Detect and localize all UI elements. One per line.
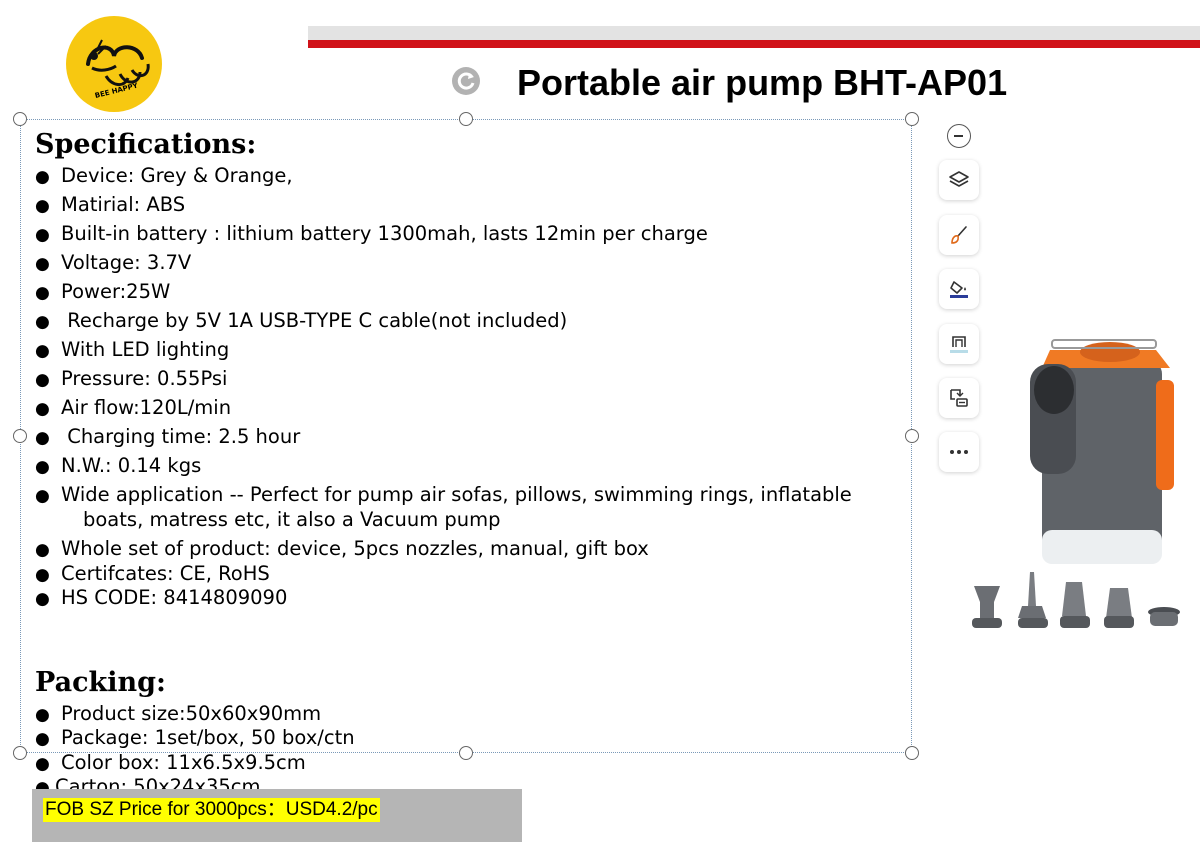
bullet: ● <box>35 564 50 585</box>
bullet: ● <box>35 589 50 609</box>
spec-text: Pressure: 0.55Psi <box>61 367 228 390</box>
spec-text: Built-in battery : lithium battery 1300m… <box>61 222 708 245</box>
packing-heading: Packing: <box>35 666 166 698</box>
resize-handle-top-right[interactable] <box>905 112 919 126</box>
pump-nozzle-port <box>1080 342 1140 362</box>
bullet: ● <box>35 486 50 506</box>
spec-text: HS CODE: 8414809090 <box>61 586 288 609</box>
bullet: ● <box>35 254 50 274</box>
layers-button[interactable] <box>939 160 979 200</box>
fill-icon <box>950 281 968 298</box>
resize-handle-bottom[interactable] <box>459 746 473 760</box>
spec-text: Recharge by 5V 1A USB-TYPE C cable(not i… <box>61 309 568 332</box>
spec-item: ● Pressure: 0.55Psi <box>35 367 895 396</box>
resize-handle-left[interactable] <box>13 429 27 443</box>
spec-item: ● Air flow:120L/min <box>35 396 895 425</box>
rotate-handle[interactable] <box>452 67 480 95</box>
bullet: ● <box>35 225 50 245</box>
fill-color-button[interactable] <box>939 269 979 309</box>
pump-base <box>1042 530 1162 564</box>
bullet: ● <box>35 341 50 361</box>
header-accent-line <box>308 40 1200 48</box>
spec-text: Device: Grey & Orange, <box>61 164 293 187</box>
product-image[interactable] <box>960 320 1200 650</box>
spec-item: ● Power:25W <box>35 280 895 309</box>
resize-handle-top-left[interactable] <box>13 112 27 126</box>
bullet: ● <box>35 729 50 749</box>
nozzle-set <box>972 572 1180 628</box>
bullet: ● <box>35 370 50 390</box>
spec-text: Voltage: 3.7V <box>61 251 192 274</box>
bullet: ● <box>35 428 50 448</box>
specifications-heading: Specifications: <box>35 129 257 160</box>
text-box[interactable]: Specifications: ● Device: Grey & Orange, … <box>35 126 895 800</box>
resize-handle-bottom-left[interactable] <box>13 746 27 760</box>
bullet: ● <box>35 283 50 303</box>
specifications-list: ● Device: Grey & Orange, ● Matirial: ABS ●… <box>35 164 895 611</box>
spec-item: ● Wide application -- Perfect for pump ai… <box>35 483 895 537</box>
spec-item: ● N.W.: 0.14 kgs <box>35 454 895 483</box>
header-band <box>308 26 1200 40</box>
packing-text: Color box: 11x6.5x9.5cm <box>61 750 306 774</box>
pump-intake <box>1034 366 1074 414</box>
bullet: ● <box>35 457 50 477</box>
spec-item: ● With LED lighting <box>35 338 895 367</box>
format-brush-button[interactable] <box>939 215 979 255</box>
resize-handle-bottom-right[interactable] <box>905 746 919 760</box>
bullet: ● <box>35 399 50 419</box>
spec-text: Wide application -- Perfect for pump air… <box>61 483 852 506</box>
rotate-icon <box>457 72 475 90</box>
collapse-toolbar-button[interactable] <box>947 124 971 148</box>
spec-text: Charging time: 2.5 hour <box>61 425 301 448</box>
spec-item: ● Device: Grey & Orange, <box>35 164 895 193</box>
spec-item: ● Built-in battery : lithium battery 1300… <box>35 222 895 251</box>
spec-text: Matirial: ABS <box>61 193 186 216</box>
spec-text: Air flow:120L/min <box>61 396 232 419</box>
bullet: ● <box>35 196 50 216</box>
spec-text: Whole set of product: device, 5pcs nozzl… <box>61 537 649 560</box>
bullet: ● <box>35 704 50 725</box>
spec-item: ● Charging time: 2.5 hour <box>35 425 895 454</box>
bee-icon <box>86 39 150 86</box>
resize-handle-top[interactable] <box>459 112 473 126</box>
pump-handle <box>1156 380 1174 490</box>
spec-item: ● Matirial: ABS <box>35 193 895 222</box>
spec-item: ● HS CODE: 8414809090 <box>35 586 895 611</box>
bullet: ● <box>35 540 50 560</box>
spec-text: N.W.: 0.14 kgs <box>61 454 202 477</box>
spec-text: With LED lighting <box>61 338 230 361</box>
brand-logo: BEE HAPPY <box>66 16 162 112</box>
spec-item: ● Whole set of product: device, 5pcs nozz… <box>35 537 895 562</box>
resize-handle-right[interactable] <box>905 429 919 443</box>
packing-text: Product size:50x60x90mm <box>61 701 322 725</box>
spec-item: ● Recharge by 5V 1A USB-TYPE C cable(not… <box>35 309 895 338</box>
layers-icon <box>949 171 969 187</box>
spec-text-continued: boats, matress etc, it also a Vacuum pum… <box>83 508 501 531</box>
bullet: ● <box>35 753 50 774</box>
spec-text: Certifcates: CE, RoHS <box>61 561 270 585</box>
page-title: Portable air pump BHT-AP01 <box>517 62 1008 103</box>
bullet: ● <box>35 167 50 187</box>
spec-item: ● Certifcates: CE, RoHS <box>35 562 895 587</box>
spec-item: ● Voltage: 3.7V <box>35 251 895 280</box>
spec-text: Power:25W <box>61 280 171 303</box>
packing-text: Package: 1set/box, 50 box/ctn <box>61 726 355 749</box>
brush-icon <box>951 226 967 244</box>
bullet: ● <box>35 312 50 332</box>
packing-item: ● Product size:50x60x90mm <box>35 702 895 727</box>
price-label: FOB SZ Price for 3000pcs：USD4.2/pc <box>43 798 380 822</box>
